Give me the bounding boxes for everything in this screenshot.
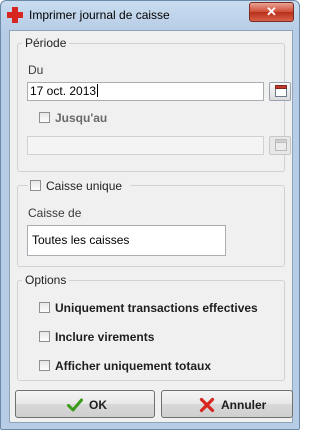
jusquau-checkbox[interactable] — [39, 112, 50, 123]
cancel-button[interactable]: Annuler — [161, 390, 293, 418]
close-button[interactable]: ✕ — [249, 2, 294, 22]
caisse-unique-label: Caisse unique — [46, 179, 123, 193]
dialog-window: Imprimer journal de caisse ✕ Période Du … — [0, 0, 300, 430]
ok-label: OK — [89, 398, 107, 412]
caisse-de-label: Caisse de — [28, 206, 82, 220]
periode-legend: Période — [22, 36, 70, 50]
du-label: Du — [28, 63, 44, 77]
text-caret — [97, 84, 99, 97]
jusquau-label: Jusqu'au — [55, 111, 108, 125]
dialog-content: Période Du 17 oct. 2013 Jusqu'au Caisse … — [9, 30, 293, 423]
check-icon — [67, 397, 83, 413]
option-label: Afficher uniquement totaux — [55, 359, 212, 373]
option-checkbox[interactable] — [39, 331, 50, 342]
jusquau-calendar-button[interactable] — [269, 136, 291, 155]
jusquau-date-field[interactable] — [27, 136, 264, 155]
du-calendar-button[interactable] — [269, 82, 291, 101]
calendar-icon — [275, 139, 287, 151]
caisse-de-field[interactable]: Toutes les caisses — [27, 225, 226, 256]
option-label: Inclure virements — [55, 330, 155, 344]
option-checkbox[interactable] — [39, 360, 50, 371]
title-bar[interactable]: Imprimer journal de caisse ✕ — [1, 1, 299, 29]
caisse-unique-checkbox[interactable] — [30, 180, 41, 191]
cancel-label: Annuler — [221, 398, 267, 412]
ok-button[interactable]: OK — [15, 390, 155, 418]
du-date-value: 17 oct. 2013 — [30, 84, 97, 98]
x-icon — [199, 397, 215, 413]
caisse-unique-checkbox-row[interactable]: Caisse unique — [28, 179, 130, 195]
du-date-field[interactable]: 17 oct. 2013 — [27, 82, 264, 101]
options-group: Options Uniquement transactions effectiv… — [17, 273, 285, 381]
option-checkbox[interactable] — [39, 302, 50, 313]
options-legend: Options — [22, 273, 70, 287]
caisse-group: Caisse unique Caisse de Toutes les caiss… — [17, 179, 285, 267]
window-title: Imprimer journal de caisse — [29, 8, 170, 22]
periode-group: Période Du 17 oct. 2013 Jusqu'au — [17, 36, 291, 172]
option-label: Uniquement transactions effectives — [55, 301, 258, 315]
calendar-icon — [275, 85, 287, 97]
red-cross-icon — [7, 7, 23, 23]
